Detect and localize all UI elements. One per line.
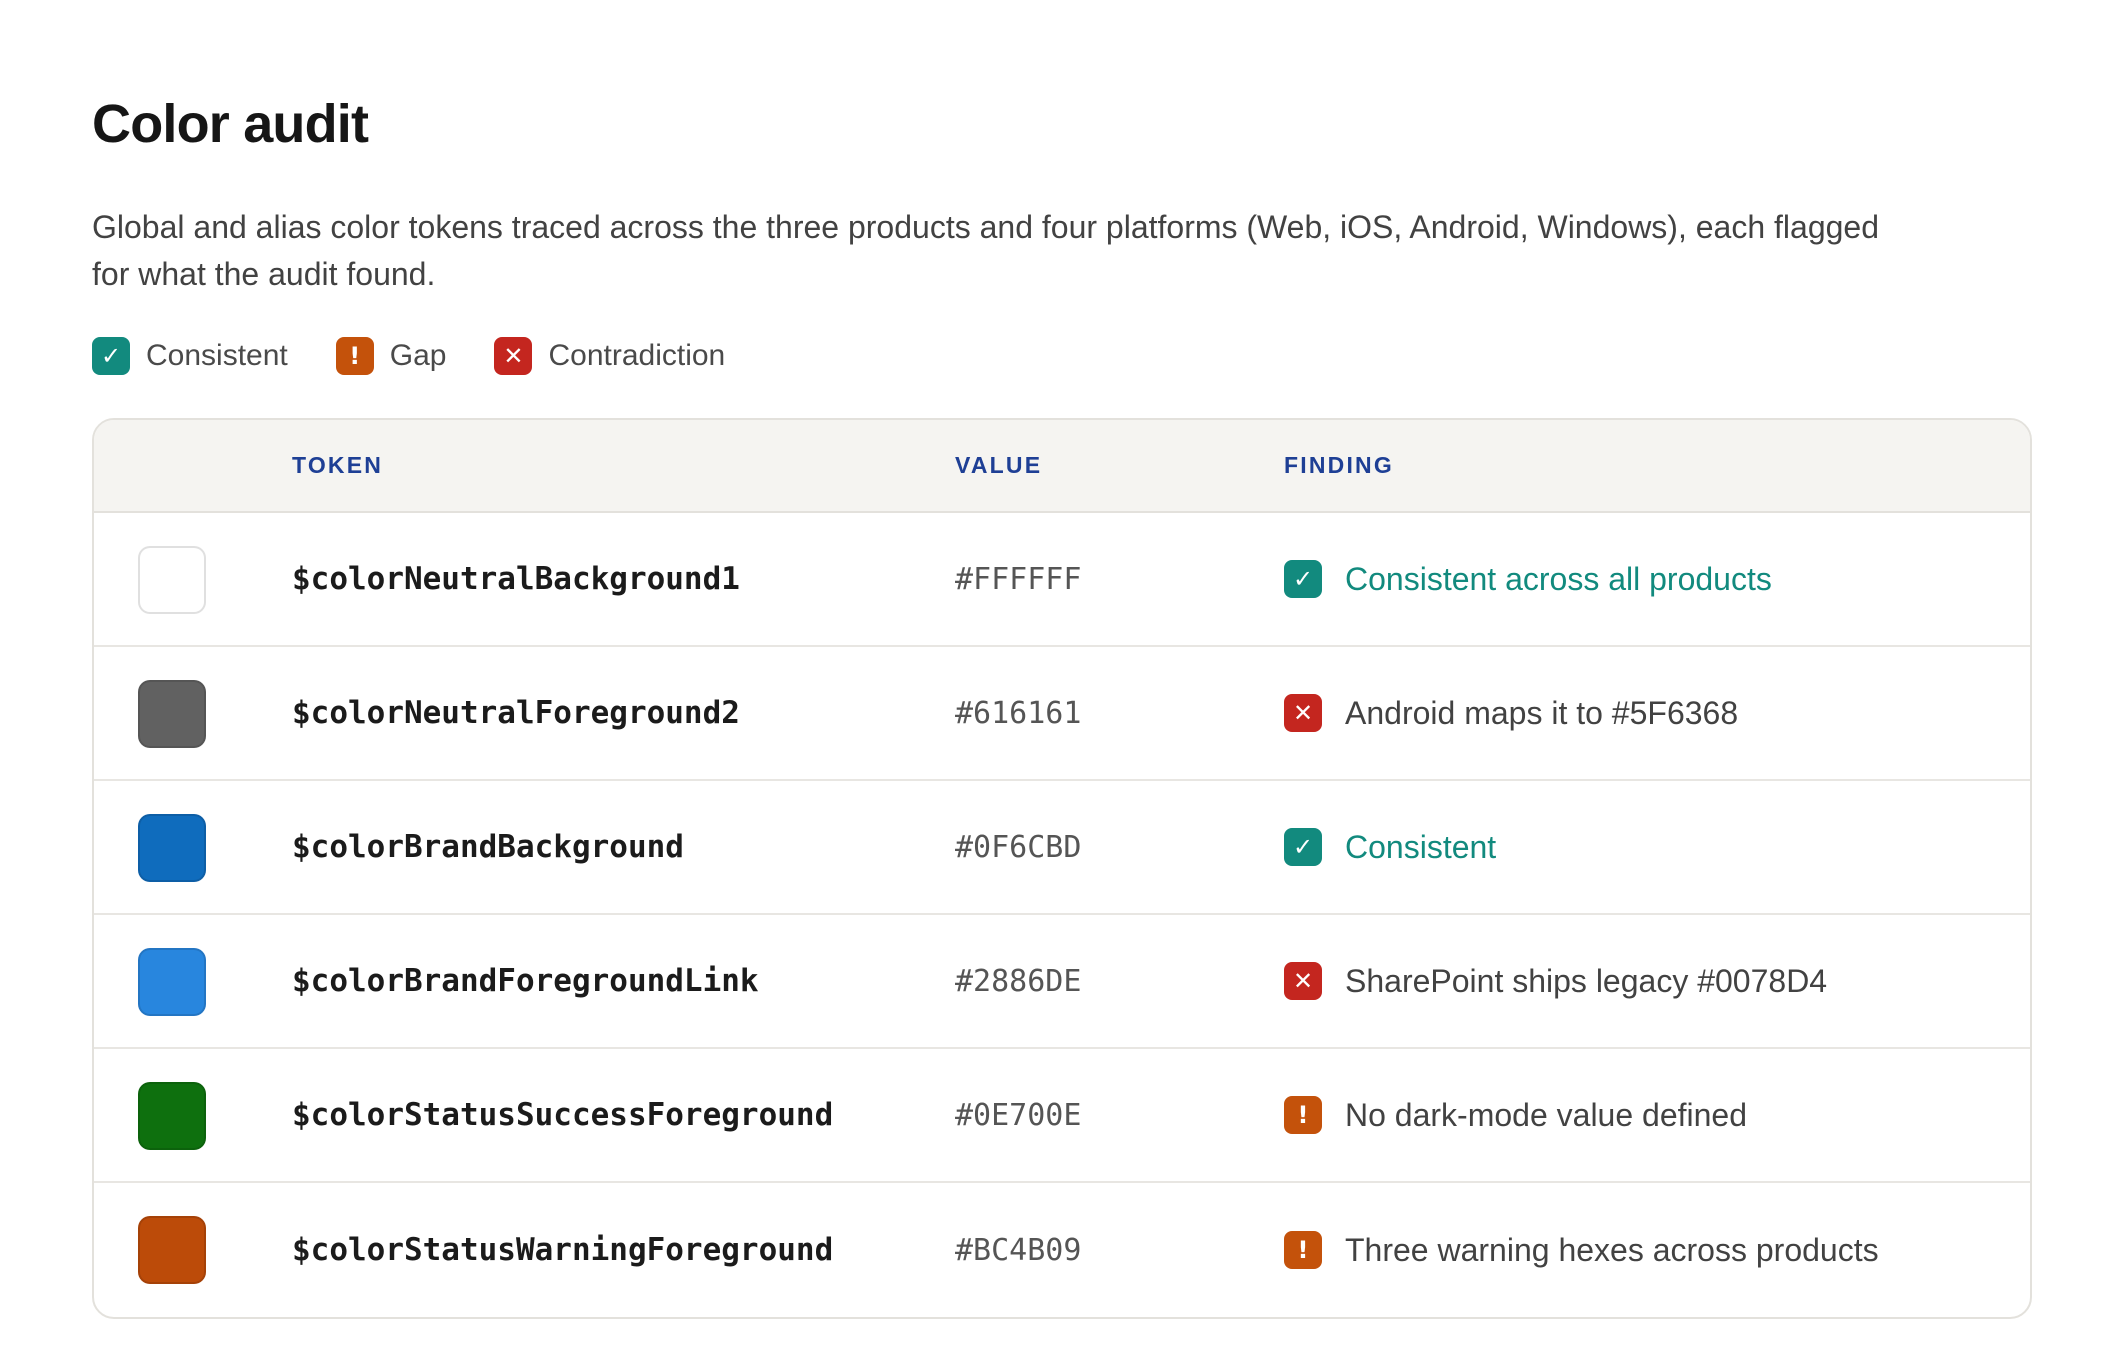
finding-text: Three warning hexes across products <box>1345 1231 1879 1268</box>
legend-label: Contradiction <box>548 339 726 372</box>
check-icon: ✓ <box>1284 828 1322 866</box>
finding: ✓ Consistent across all products <box>1284 560 1772 598</box>
finding-text: Android maps it to #5F6368 <box>1345 694 1739 731</box>
token-value: #616161 <box>955 695 1082 731</box>
token-name: $colorStatusWarningForeground <box>292 1232 834 1268</box>
finding: ✓ Consistent <box>1284 828 1496 866</box>
token-name: $colorNeutralBackground1 <box>292 561 740 597</box>
check-icon: ✓ <box>92 337 130 375</box>
finding: ! No dark-mode value defined <box>1284 1096 1747 1134</box>
token-name: $colorNeutralForeground2 <box>292 695 740 731</box>
column-header-value: VALUE <box>955 452 1043 478</box>
x-icon: ✕ <box>1284 694 1322 732</box>
color-swatch <box>138 1082 206 1150</box>
page-description: Global and alias color tokens traced acr… <box>92 209 1879 292</box>
color-swatch <box>138 948 206 1016</box>
legend-item-contradiction: ✕ Contradiction <box>494 337 725 375</box>
finding-text: SharePoint ships legacy #0078D4 <box>1345 962 1828 999</box>
exclamation-icon: ! <box>335 337 374 375</box>
color-swatch <box>138 680 206 748</box>
audit-table: TOKEN VALUE FINDING $colorNeutralBackgro… <box>92 418 2032 1319</box>
token-value: #FFFFFF <box>955 561 1082 597</box>
finding: ✕ Android maps it to #5F6368 <box>1284 694 1738 732</box>
page-title: Color audit <box>92 94 369 154</box>
legend: ✓ Consistent ! Gap ✕ Contradiction <box>92 336 2015 376</box>
legend-label: Consistent <box>146 339 288 372</box>
color-swatch <box>138 546 206 614</box>
token-value: #BC4B09 <box>955 1232 1082 1268</box>
table-row: $colorStatusWarningForeground #BC4B09 ! … <box>94 1183 2030 1317</box>
token-name: $colorBrandForegroundLink <box>292 963 759 999</box>
table-row: $colorBrandBackground #0F6CBD ✓ Consiste… <box>94 781 2030 915</box>
table-row: $colorNeutralForeground2 #616161 ✕ Andro… <box>94 647 2030 781</box>
column-header-token: TOKEN <box>292 452 384 478</box>
table-header: TOKEN VALUE FINDING <box>94 420 2030 513</box>
finding-text: Consistent <box>1345 828 1497 865</box>
color-swatch <box>138 1216 206 1284</box>
table-row: $colorStatusSuccessForeground #0E700E ! … <box>94 1049 2030 1183</box>
exclamation-icon: ! <box>1284 1231 1322 1269</box>
legend-item-gap: ! Gap <box>335 337 447 375</box>
color-audit-page: Color audit Global and alias color token… <box>0 0 2107 1365</box>
finding: ! Three warning hexes across products <box>1284 1231 1879 1269</box>
column-header-finding: FINDING <box>1284 452 1394 478</box>
x-icon: ✕ <box>494 337 533 375</box>
token-name: $colorBrandBackground <box>292 829 684 865</box>
legend-item-consistent: ✓ Consistent <box>92 337 288 375</box>
finding-text: Consistent across all products <box>1345 560 1772 597</box>
token-value: #0E700E <box>955 1097 1082 1133</box>
exclamation-icon: ! <box>1284 1096 1322 1134</box>
x-icon: ✕ <box>1284 962 1322 1000</box>
legend-label: Gap <box>389 339 447 372</box>
table-row: $colorNeutralBackground1 #FFFFFF ✓ Consi… <box>94 513 2030 647</box>
token-value: #0F6CBD <box>955 829 1082 865</box>
token-name: $colorStatusSuccessForeground <box>292 1097 834 1133</box>
finding-text: No dark-mode value defined <box>1345 1096 1748 1133</box>
check-icon: ✓ <box>1284 560 1322 598</box>
finding: ✕ SharePoint ships legacy #0078D4 <box>1284 962 1827 1000</box>
table-row: $colorBrandForegroundLink #2886DE ✕ Shar… <box>94 915 2030 1049</box>
token-value: #2886DE <box>955 963 1082 999</box>
color-swatch <box>138 814 206 882</box>
